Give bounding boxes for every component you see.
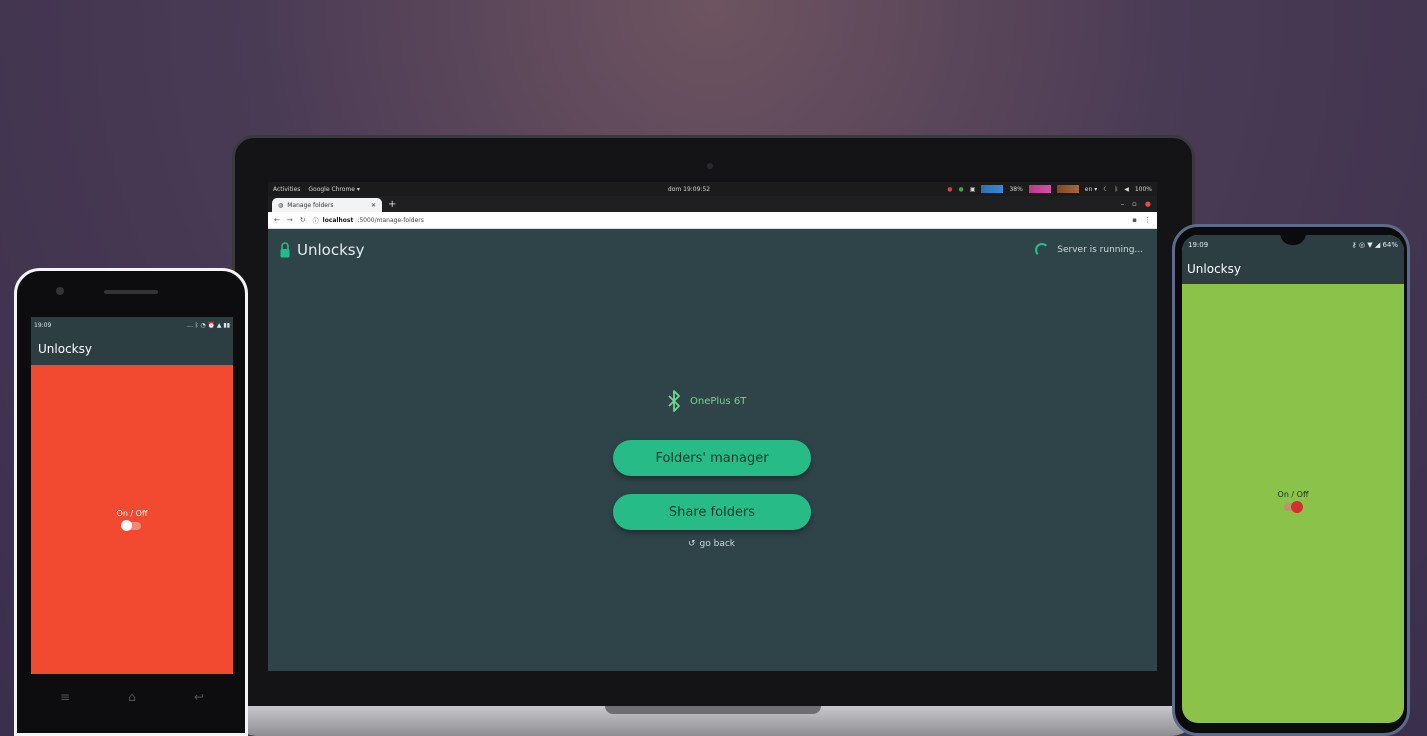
url-field[interactable]: ⓘ localhost:5000/manage-folders xyxy=(313,216,1126,225)
system-tray: ● ● ▣ 38% en ▾ ☾ ᛒ ◀ 100% xyxy=(947,185,1152,193)
home-icon[interactable]: ⌂ xyxy=(128,690,136,704)
left-phone-toggle-group: On / Off xyxy=(31,509,233,531)
url-host: localhost xyxy=(322,216,354,224)
laptop-screen: Activities Google Chrome ▾ dom 19:09:52 … xyxy=(268,182,1157,671)
left-phone-status-icons: … ᛒ ◔ ⏰ ▲ ▮▮ xyxy=(186,321,230,329)
right-phone-on-off-switch[interactable] xyxy=(1284,501,1303,513)
app-title: Unlocksy xyxy=(297,241,365,259)
record-icon[interactable]: ● xyxy=(947,186,952,193)
left-phone-toggle-label: On / Off xyxy=(116,509,148,518)
right-phone-screen: 19:09 ⚷ ◎ ▼ ◢ 64% Unlocksy On / Off xyxy=(1182,235,1404,723)
laptop-camera xyxy=(707,163,713,169)
profile-icon[interactable]: ▪ xyxy=(1132,216,1137,224)
system-top-bar: Activities Google Chrome ▾ dom 19:09:52 … xyxy=(268,182,1157,196)
address-bar-row: ← → ↻ ⓘ localhost:5000/manage-folders ▪ … xyxy=(268,212,1157,229)
menu-kebab-icon[interactable]: ⋮ xyxy=(1144,216,1151,224)
right-phone-status-icons: ⚷ ◎ ▼ ◢ xyxy=(1351,240,1383,249)
info-icon: ⓘ xyxy=(312,217,319,225)
bluetooth-icon xyxy=(668,390,680,412)
menu-icon[interactable]: ≡ xyxy=(60,690,70,704)
right-phone-status-right: ⚷ ◎ ▼ ◢ 64% xyxy=(1352,241,1398,249)
cpu-graph xyxy=(981,185,1004,193)
server-status-text: Server is running... xyxy=(1057,245,1143,255)
go-back-link[interactable]: ↺ go back xyxy=(688,539,735,549)
right-phone-time: 19:09 xyxy=(1188,240,1209,249)
forward-arrow-icon[interactable]: → xyxy=(287,216,293,224)
left-phone-camera xyxy=(56,287,64,295)
night-icon[interactable]: ☾ xyxy=(1103,186,1108,193)
share-folders-button[interactable]: Share folders xyxy=(613,494,811,530)
undo-icon: ↺ xyxy=(688,539,696,549)
maximize-icon[interactable]: ▫ xyxy=(1132,200,1137,208)
app-menu[interactable]: Google Chrome ▾ xyxy=(308,186,360,193)
chat-icon[interactable]: ● xyxy=(959,186,964,193)
activities-button[interactable]: Activities xyxy=(273,186,300,193)
unlocksy-web-app: Unlocksy Server is running... OnePlus 6T… xyxy=(268,229,1157,671)
right-phone-app-bar: Unlocksy xyxy=(1182,254,1404,284)
right-phone-toggle-label: On / Off xyxy=(1277,490,1309,499)
left-phone-time: 19:09 xyxy=(34,321,52,329)
clipboard-icon[interactable]: ▣ xyxy=(970,186,976,193)
tab-title: Manage folders xyxy=(287,201,334,209)
loading-spinner-icon xyxy=(1035,243,1050,257)
reload-icon[interactable]: ↻ xyxy=(300,216,306,224)
left-phone-screen: 19:09 … ᛒ ◔ ⏰ ▲ ▮▮ Unlocksy On / Off xyxy=(31,317,233,674)
memory-graph xyxy=(1028,185,1051,193)
new-tab-button[interactable]: + xyxy=(388,198,396,212)
window-controls: – ▫ ● xyxy=(1121,200,1157,208)
tab-strip: ◍ Manage folders ✕ + – ▫ ● xyxy=(268,196,1157,212)
minimize-icon[interactable]: – xyxy=(1121,200,1125,208)
back-arrow-icon[interactable]: ← xyxy=(274,216,280,224)
url-path: :5000/manage-folders xyxy=(357,216,424,224)
left-phone-status-bar: 19:09 … ᛒ ◔ ⏰ ▲ ▮▮ xyxy=(31,317,233,333)
app-header: Unlocksy xyxy=(280,241,364,259)
go-back-label: go back xyxy=(699,539,736,549)
left-phone-speaker xyxy=(104,290,158,294)
bluetooth-tray-icon[interactable]: ᛒ xyxy=(1115,186,1119,193)
system-clock[interactable]: dom 19:09:52 xyxy=(668,186,710,193)
right-phone-battery: 64% xyxy=(1382,240,1398,249)
folders-manager-button[interactable]: Folders' manager xyxy=(613,440,811,476)
tab-close-icon[interactable]: ✕ xyxy=(371,202,376,209)
right-phone-toggle-group: On / Off xyxy=(1182,490,1404,513)
right-phone-switch-knob xyxy=(1291,501,1303,513)
battery-percent[interactable]: 100% xyxy=(1135,186,1152,193)
cpu-percent: 38% xyxy=(1009,185,1023,193)
volume-icon[interactable]: ◀ xyxy=(1124,186,1129,193)
left-phone-on-off-switch[interactable] xyxy=(121,520,141,531)
left-phone-nav-bar: ≡ ⌂ ↩ xyxy=(31,690,233,704)
network-graph xyxy=(1056,185,1079,193)
laptop-notch xyxy=(605,706,821,714)
language-selector[interactable]: en ▾ xyxy=(1085,186,1097,193)
device-name: OnePlus 6T xyxy=(690,395,747,407)
left-phone-app-bar: Unlocksy xyxy=(31,333,233,365)
globe-icon: ◍ xyxy=(278,201,284,209)
left-phone-switch-knob xyxy=(121,520,132,531)
connected-device: OnePlus 6T xyxy=(668,389,746,413)
server-status: Server is running... xyxy=(1035,243,1143,257)
tab-manage-folders[interactable]: ◍ Manage folders ✕ xyxy=(272,198,382,212)
lock-icon xyxy=(280,242,290,258)
window-close-icon[interactable]: ● xyxy=(1145,200,1151,208)
back-icon[interactable]: ↩ xyxy=(194,690,204,704)
left-phone-app-title: Unlocksy xyxy=(38,342,92,356)
right-phone-app-title: Unlocksy xyxy=(1187,262,1241,276)
